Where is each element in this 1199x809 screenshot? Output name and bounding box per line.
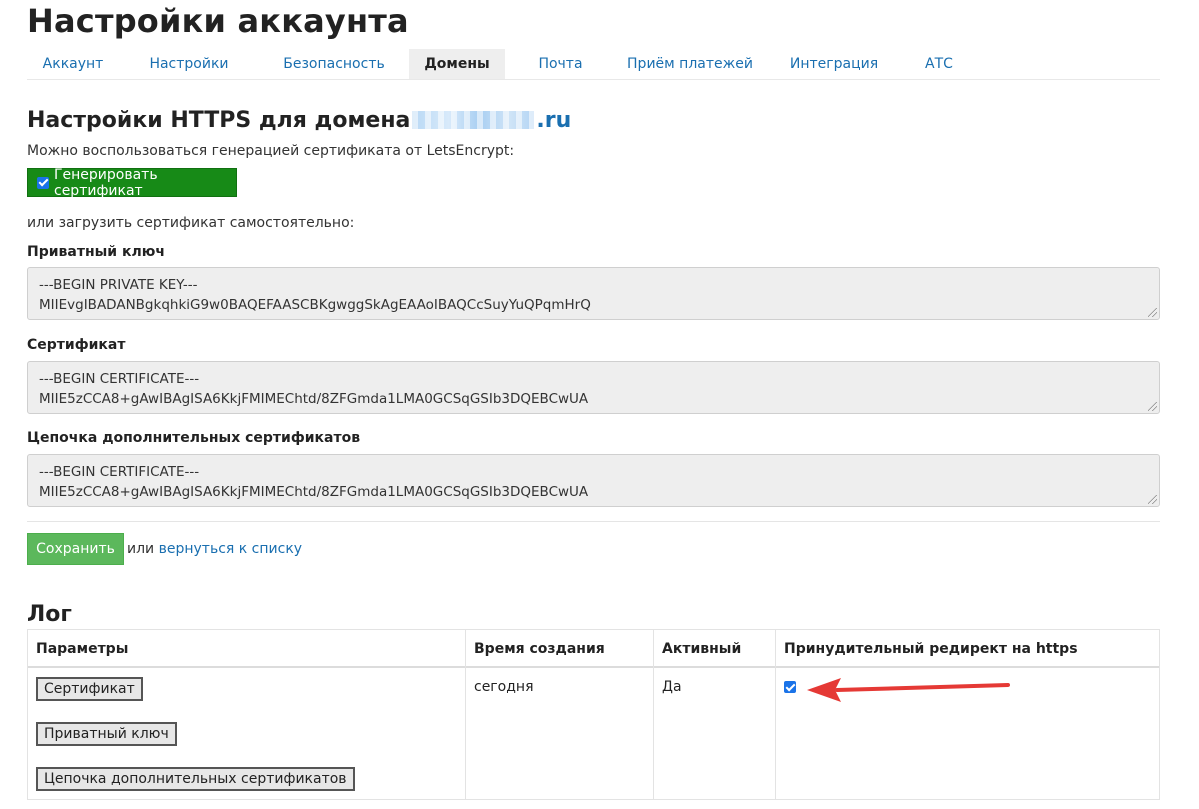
certificate-textarea[interactable]: ---BEGIN CERTIFICATE--- MIIE5zCCA8+gAwIB… [27, 361, 1160, 414]
tab-account[interactable]: Аккаунт [27, 49, 119, 79]
form-divider [27, 521, 1160, 522]
resize-handle[interactable] [1148, 308, 1157, 317]
log-title: Лог [27, 602, 72, 627]
https-redirect-checkbox[interactable] [784, 681, 796, 693]
private-key-label: Приватный ключ [27, 244, 165, 260]
created-value: сегодня [474, 679, 534, 695]
private-key-line-1: ---BEGIN PRIVATE KEY--- [39, 277, 198, 293]
show-private-key-button[interactable]: Приватный ключ [36, 722, 177, 746]
column-divider [775, 630, 776, 799]
resize-handle[interactable] [1148, 402, 1157, 411]
chain-line-1: ---BEGIN CERTIFICATE--- [39, 464, 200, 480]
column-divider [653, 630, 654, 799]
private-key-line-2: MIIEvgIBADANBgkqhkiG9w0BAQEFAASCBKgwggSk… [39, 297, 591, 313]
show-chain-button[interactable]: Цепочка дополнительных сертификатов [36, 767, 355, 791]
column-divider [465, 630, 466, 799]
tab-mail[interactable]: Почта [505, 49, 616, 79]
generate-certificate-button[interactable]: Генерировать сертификат [27, 166, 237, 199]
tab-integration[interactable]: Интеграция [764, 49, 904, 79]
show-certificate-button[interactable]: Сертификат [36, 677, 143, 701]
tab-security[interactable]: Безопасность [259, 49, 409, 79]
page-title: Настройки аккаунта [27, 2, 409, 40]
manual-upload-note: или загрузить сертификат самостоятельно: [27, 215, 355, 231]
certificate-line-1: ---BEGIN CERTIFICATE--- [39, 371, 200, 387]
annotation-arrow-icon [807, 678, 1010, 702]
account-tabs: Аккаунт Настройки Безопасность Домены По… [27, 49, 1160, 80]
or-text: или [127, 541, 155, 557]
back-to-list-link[interactable]: вернуться к списку [159, 541, 302, 557]
generate-certificate-checkbox[interactable] [37, 176, 49, 189]
or-back-text: или вернуться к списку [127, 541, 302, 557]
generate-certificate-label: Генерировать сертификат [54, 166, 158, 199]
tab-domains[interactable]: Домены [409, 49, 505, 79]
letsencrypt-note: Можно воспользоваться генерацией сертифи… [27, 143, 515, 159]
save-button[interactable]: Сохранить [27, 533, 124, 565]
active-value: Да [662, 679, 682, 695]
header-redirect: Принудительный редирект на https [784, 641, 1078, 657]
redacted-domain-name [412, 111, 535, 129]
private-key-textarea[interactable]: ---BEGIN PRIVATE KEY--- MIIEvgIBADANBgkq… [27, 267, 1160, 320]
tab-settings[interactable]: Настройки [119, 49, 259, 79]
chain-label: Цепочка дополнительных сертификатов [27, 430, 361, 446]
https-heading-text: Настройки HTTPS для домена [27, 108, 411, 133]
chain-textarea[interactable]: ---BEGIN CERTIFICATE--- MIIE5zCCA8+gAwIB… [27, 454, 1160, 507]
header-active: Активный [662, 641, 742, 657]
tab-pbx[interactable]: АТС [904, 49, 974, 79]
header-params: Параметры [36, 641, 129, 657]
log-table: Параметры Время создания Активный Принуд… [27, 629, 1160, 800]
certificate-label: Сертификат [27, 337, 126, 353]
resize-handle[interactable] [1148, 495, 1157, 504]
chain-line-2: MIIE5zCCA8+gAwIBAgISA6KkjFMIMEChtd/8ZFGm… [39, 484, 589, 500]
header-created: Время создания [474, 641, 605, 657]
certificate-line-2: MIIE5zCCA8+gAwIBAgISA6KkjFMIMEChtd/8ZFGm… [39, 391, 589, 407]
domain-tld: .ru [536, 108, 572, 133]
https-settings-heading: Настройки HTTPS для домена .ru [27, 108, 571, 133]
tab-payments[interactable]: Приём платежей [616, 49, 764, 79]
